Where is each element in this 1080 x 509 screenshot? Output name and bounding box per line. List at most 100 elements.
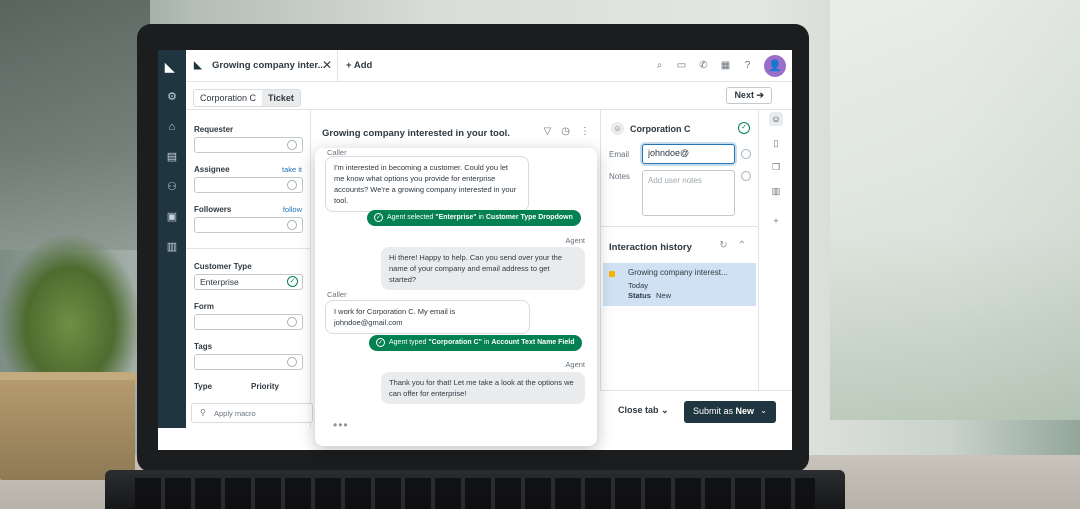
- search-icon[interactable]: ⌕: [653, 59, 666, 72]
- pill-mid: in: [482, 339, 492, 346]
- customer-panel: ☺ Corporation C ✓ Email johndoe@ Notes A…: [600, 110, 759, 428]
- form-field[interactable]: [194, 314, 303, 330]
- assignee-field[interactable]: [194, 177, 303, 193]
- message-sender: Agent: [565, 360, 585, 369]
- close-icon[interactable]: ✕: [322, 58, 332, 72]
- follow-link[interactable]: follow: [283, 205, 302, 214]
- status-circle-icon: [287, 140, 297, 150]
- chevron-down-icon[interactable]: ⌄: [760, 406, 767, 415]
- home-icon[interactable]: ⌂: [165, 120, 179, 134]
- divider: [601, 226, 759, 227]
- organizations-icon[interactable]: ▣: [165, 210, 179, 224]
- customer-name: Corporation C: [630, 124, 691, 134]
- priority-label: Priority: [251, 382, 280, 391]
- users-icon[interactable]: ⚇: [165, 180, 179, 194]
- logo-icon[interactable]: ◣: [165, 60, 179, 74]
- notes-field[interactable]: Add user notes: [642, 170, 735, 216]
- views-icon[interactable]: ▤: [165, 150, 179, 164]
- next-button[interactable]: Next ➔: [726, 87, 772, 104]
- apps-icon[interactable]: ▦: [719, 59, 732, 72]
- email-field[interactable]: johndoe@: [642, 144, 735, 164]
- check-circle-icon: ✓: [287, 276, 298, 287]
- pill-prefix: Agent typed: [389, 339, 429, 346]
- reports-icon[interactable]: ▥: [165, 240, 179, 254]
- more-icon[interactable]: ⋮: [580, 126, 590, 137]
- phone-icon[interactable]: ✆: [697, 59, 710, 72]
- interaction-history-title: Interaction history: [609, 242, 692, 253]
- followers-label: Followers: [194, 205, 232, 214]
- breadcrumb: Corporation C Ticket: [193, 89, 301, 107]
- pill-field: Customer Type Dropdown: [485, 214, 573, 221]
- submit-status: New: [735, 406, 755, 416]
- ticket-tab[interactable]: ◣ Growing company inter... ✕: [186, 50, 338, 82]
- pill-field: Account Text Name Field: [491, 339, 575, 346]
- customer-type-label: Customer Type: [194, 262, 252, 271]
- pill-value: "Corporation C": [428, 339, 483, 346]
- agent-action-pill: ✓ Agent selected "Enterprise" in Custome…: [367, 210, 581, 226]
- conversation-header: Growing company interested in your tool.…: [312, 110, 600, 150]
- message-sender: Caller: [327, 290, 347, 299]
- history-item-title: Growing company interest...: [628, 268, 728, 277]
- status-circle-icon: [741, 171, 751, 181]
- submit-button[interactable]: Submit as New ⌄: [684, 401, 776, 423]
- user-icon[interactable]: ☺: [769, 112, 783, 126]
- breadcrumb-organization[interactable]: Corporation C: [194, 90, 262, 106]
- filter-icon[interactable]: ▽: [544, 126, 552, 137]
- followers-field[interactable]: [194, 217, 303, 233]
- email-label: Email: [609, 150, 630, 159]
- plant: [0, 235, 140, 385]
- close-tab-label: Close tab: [618, 405, 659, 415]
- tags-label: Tags: [194, 342, 213, 351]
- add-tab-button[interactable]: + Add: [346, 60, 372, 71]
- comments-icon[interactable]: ❐: [769, 160, 783, 174]
- typing-indicator: •••: [333, 418, 349, 432]
- chevron-up-icon[interactable]: ⌃: [738, 240, 746, 251]
- background-window: [830, 0, 1080, 420]
- customer-type-value: Enterprise: [200, 277, 239, 287]
- check-circle-icon: ✓: [376, 338, 385, 347]
- submit-prefix: Submit as: [693, 406, 736, 416]
- pill-value: "Enterprise": [435, 214, 477, 221]
- breadcrumb-ticket[interactable]: Ticket: [262, 90, 300, 106]
- user-avatar-icon: 👤: [768, 60, 782, 72]
- type-label: Type: [194, 382, 213, 391]
- history-tools: ↻ ⌃: [719, 240, 746, 251]
- action-bar: Close tab ⌄ Submit as New ⌄: [600, 390, 792, 428]
- user-icon: ☺: [611, 122, 624, 135]
- history-item-status-value: New: [656, 291, 672, 300]
- apply-macro-label: Apply macro: [214, 409, 256, 418]
- status-circle-icon: [741, 149, 751, 159]
- requester-field[interactable]: [194, 137, 303, 153]
- timer-icon[interactable]: ◷: [561, 126, 570, 137]
- agent-action-pill: ✓ Agent typed "Corporation C" in Account…: [369, 335, 583, 351]
- status-circle-icon: [287, 357, 297, 367]
- tab-title: Growing company inter...: [212, 60, 326, 71]
- customer-type-select[interactable]: Enterprise ✓: [194, 274, 303, 290]
- top-icons: ⌕ ▭ ✆ ▦ ?: [653, 59, 754, 72]
- status-circle-icon: [287, 317, 297, 327]
- top-bar: ◣ Growing company inter... ✕ + Add ⌕ ▭ ✆…: [186, 50, 792, 82]
- book-icon[interactable]: ▯: [769, 136, 783, 150]
- layout-icon[interactable]: ▥: [769, 184, 783, 198]
- close-tab-button[interactable]: Close tab ⌄: [618, 405, 669, 416]
- refresh-icon[interactable]: ↻: [719, 240, 727, 251]
- user-avatar[interactable]: 👤: [764, 55, 786, 77]
- history-item-status-label: Status: [628, 291, 651, 300]
- take-it-link[interactable]: take it: [282, 165, 302, 174]
- help-icon[interactable]: ?: [741, 59, 754, 72]
- message-bubble: Thank you for that! Let me take a look a…: [381, 372, 585, 404]
- assignee-label: Assignee: [194, 165, 230, 174]
- plus-icon[interactable]: +: [769, 214, 783, 228]
- chat-icon[interactable]: ▭: [675, 59, 688, 72]
- apply-macro-button[interactable]: ⚲ Apply macro: [191, 403, 313, 423]
- divider: [186, 248, 311, 249]
- conversation-title: Growing company interested in your tool.: [322, 128, 510, 139]
- notes-label: Notes: [609, 172, 630, 181]
- requester-label: Requester: [194, 125, 234, 134]
- history-item[interactable]: Growing company interest... Today Status…: [603, 263, 756, 306]
- settings-icon[interactable]: ⚙: [165, 90, 179, 104]
- form-label: Form: [194, 302, 214, 311]
- macro-icon: ⚲: [200, 408, 206, 417]
- tags-field[interactable]: [194, 354, 303, 370]
- ticket-properties-panel: Requester Assignee take it Followers fol…: [186, 110, 311, 428]
